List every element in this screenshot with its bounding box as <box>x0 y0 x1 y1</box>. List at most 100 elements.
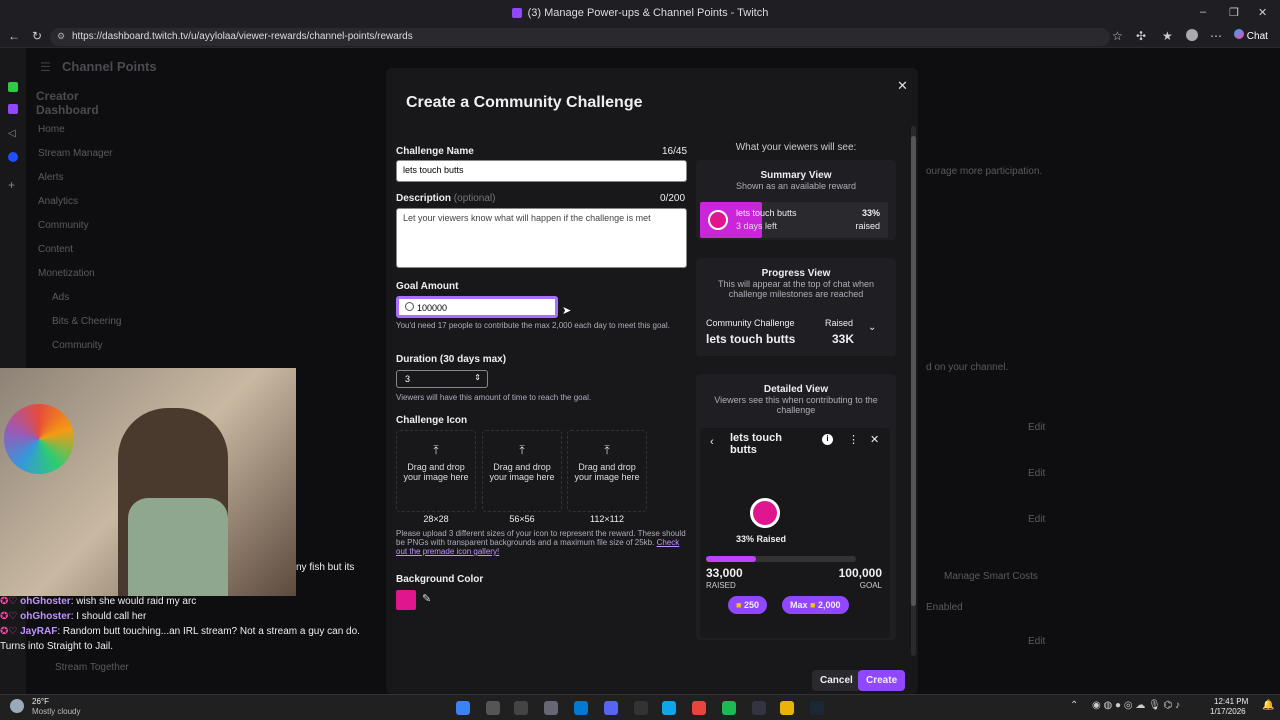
obs-icon[interactable] <box>752 701 766 715</box>
app-icon[interactable] <box>574 701 588 715</box>
nav-item[interactable]: Alerts <box>38 172 121 196</box>
tray-icons[interactable]: ◉ ◍ ● ◎ ☁ 🎙 ⌬ ♪ <box>1092 700 1180 711</box>
stepper-arrows-icon[interactable]: ⇕ <box>474 373 481 382</box>
contribute-max-button[interactable]: Max ■ 2,000 <box>782 596 849 614</box>
nav-item[interactable]: Ads <box>38 292 121 316</box>
scrollbar-thumb[interactable] <box>911 136 916 606</box>
notification-bell-icon[interactable]: 🔔 <box>1262 700 1274 711</box>
file-explorer-icon[interactable] <box>780 701 794 715</box>
clock-time: 12:41 PM <box>1214 697 1249 706</box>
bookmark-star-icon[interactable]: ☆ <box>1112 29 1123 43</box>
kebab-menu-icon[interactable]: ⋮ <box>848 433 859 446</box>
edit-link[interactable]: Edit <box>1028 468 1045 479</box>
duration-label: Duration (30 days max) <box>396 354 507 365</box>
url-text: https://dashboard.twitch.tv/u/ayylolaa/v… <box>72 31 413 42</box>
color-swatch[interactable] <box>396 590 416 610</box>
spotify-icon[interactable] <box>722 701 736 715</box>
btn1-label: 250 <box>743 600 759 610</box>
background-color-label: Background Color <box>396 574 484 585</box>
extensions-icon[interactable]: ✣ <box>1136 29 1146 43</box>
steam-icon[interactable] <box>810 701 824 715</box>
nav-item[interactable]: Community <box>38 220 121 244</box>
browser-title-bar: (3) Manage Power-ups & Channel Points - … <box>0 0 1280 26</box>
info-icon[interactable]: i <box>822 434 833 445</box>
back-chevron-icon[interactable]: ‹ <box>710 436 714 448</box>
site-info-icon[interactable]: ⚙ <box>57 31 65 42</box>
url-field[interactable]: ⚙ https://dashboard.twitch.tv/u/ayylolaa… <box>50 28 1110 46</box>
audio-icon[interactable]: ◁ <box>8 128 16 139</box>
chat-badges: ✪♡ <box>0 596 21 607</box>
window-title: (3) Manage Power-ups & Channel Points - … <box>527 7 769 19</box>
weather-desc: Mostly cloudy <box>32 707 81 716</box>
twitch-tab-icon <box>511 8 522 18</box>
add-icon[interactable]: + <box>8 178 15 192</box>
chrome-icon[interactable] <box>692 701 706 715</box>
close-detail-icon[interactable]: ✕ <box>870 433 879 446</box>
close-icon[interactable]: ✕ <box>897 78 908 94</box>
nav-item[interactable]: Analytics <box>38 196 121 220</box>
task-view-icon[interactable] <box>514 701 528 715</box>
tray-chevron-icon[interactable]: ⌃ <box>1070 700 1078 711</box>
goal-amount-value: 100000 <box>417 303 448 313</box>
back-icon[interactable]: ← <box>8 29 20 43</box>
terminal-icon[interactable] <box>634 701 648 715</box>
bg-text: d on your channel. <box>926 362 1009 373</box>
chat-overlay: ✪♡ ohGhoster: wish she would raid my arc… <box>0 594 386 654</box>
settings-icon[interactable] <box>544 701 558 715</box>
detailed-sub: Viewers see this when contributing to th… <box>714 395 878 415</box>
webcam-overlay <box>0 368 296 596</box>
create-button[interactable]: Create <box>858 670 906 691</box>
eyedropper-icon[interactable]: ✎ <box>422 592 431 605</box>
goal-value: 100,000 <box>838 566 882 580</box>
favorites-icon[interactable]: ★ <box>1162 29 1173 43</box>
detailed-pct: 33% Raised <box>736 534 787 544</box>
nav-item[interactable]: Community <box>38 340 121 364</box>
copilot-chat-button[interactable]: Chat <box>1234 29 1268 42</box>
edge-icon[interactable] <box>662 701 676 715</box>
chat-message: ✪♡ JayRAF: Random butt touching...an IRL… <box>0 624 386 654</box>
menu-icon[interactable]: ☰ <box>40 60 51 74</box>
challenge-name-input[interactable]: lets touch butts <box>396 160 687 182</box>
preview-heading: What your viewers will see: <box>735 142 857 153</box>
manage-smart-costs[interactable]: Manage Smart Costs <box>944 571 1038 582</box>
bg-text: ourage more participation. <box>926 166 1043 177</box>
kick-icon[interactable] <box>8 82 18 92</box>
nav-item[interactable]: Home <box>38 124 121 148</box>
duration-stepper[interactable]: 3 ⇕ <box>396 370 488 388</box>
modal-scrollbar[interactable] <box>911 126 916 656</box>
detailed-title: Detailed View <box>763 384 829 395</box>
restore-icon[interactable]: ❐ <box>1229 6 1239 19</box>
windows-taskbar: 26°F Mostly cloudy ⌃ ◉ ◍ ● ◎ ☁ 🎙 ⌬ ♪ 12:… <box>0 694 1280 720</box>
minimize-icon[interactable]: – <box>1200 6 1206 18</box>
app-icon[interactable] <box>8 152 18 162</box>
nav-item[interactable]: Monetization <box>38 268 121 292</box>
profile-avatar[interactable] <box>1186 29 1198 41</box>
upload-28-dropzone[interactable]: ⤒ Drag and drop your image here <box>396 430 476 512</box>
nav-item[interactable]: Bits & Cheering <box>38 316 121 340</box>
chevron-down-icon[interactable]: ⌄ <box>868 322 876 333</box>
search-icon[interactable] <box>486 701 500 715</box>
chat-badges: ✪♡ <box>0 626 21 637</box>
weather-icon[interactable] <box>10 699 24 713</box>
upload-icon: ⤒ <box>433 443 439 457</box>
edit-link[interactable]: Edit <box>1028 514 1045 525</box>
goal-amount-input[interactable]: 100000 <box>396 296 558 318</box>
nav-item[interactable]: Stream Together <box>55 662 129 673</box>
cancel-button[interactable]: Cancel <box>812 670 861 691</box>
contribute-250-button[interactable]: ■ 250 <box>728 596 767 614</box>
close-window-icon[interactable]: ✕ <box>1258 6 1267 19</box>
reload-icon[interactable]: ↻ <box>32 29 42 43</box>
upload-56-dropzone[interactable]: ⤒ Drag and drop your image here <box>482 430 562 512</box>
summary-card: lets touch butts 3 days left 33% raised <box>700 202 888 238</box>
edit-link[interactable]: Edit <box>1028 422 1045 433</box>
nav-item[interactable]: Stream Manager <box>38 148 121 172</box>
chat-label: Chat <box>1246 31 1268 42</box>
upload-112-dropzone[interactable]: ⤒ Drag and drop your image here <box>567 430 647 512</box>
start-icon[interactable] <box>456 701 470 715</box>
nav-item[interactable]: Content <box>38 244 121 268</box>
discord-icon[interactable] <box>604 701 618 715</box>
twitch-icon[interactable] <box>8 104 18 114</box>
edit-link[interactable]: Edit <box>1028 636 1045 647</box>
more-icon[interactable]: ⋯ <box>1210 29 1222 43</box>
description-textarea[interactable]: Let your viewers know what will happen i… <box>396 208 687 268</box>
